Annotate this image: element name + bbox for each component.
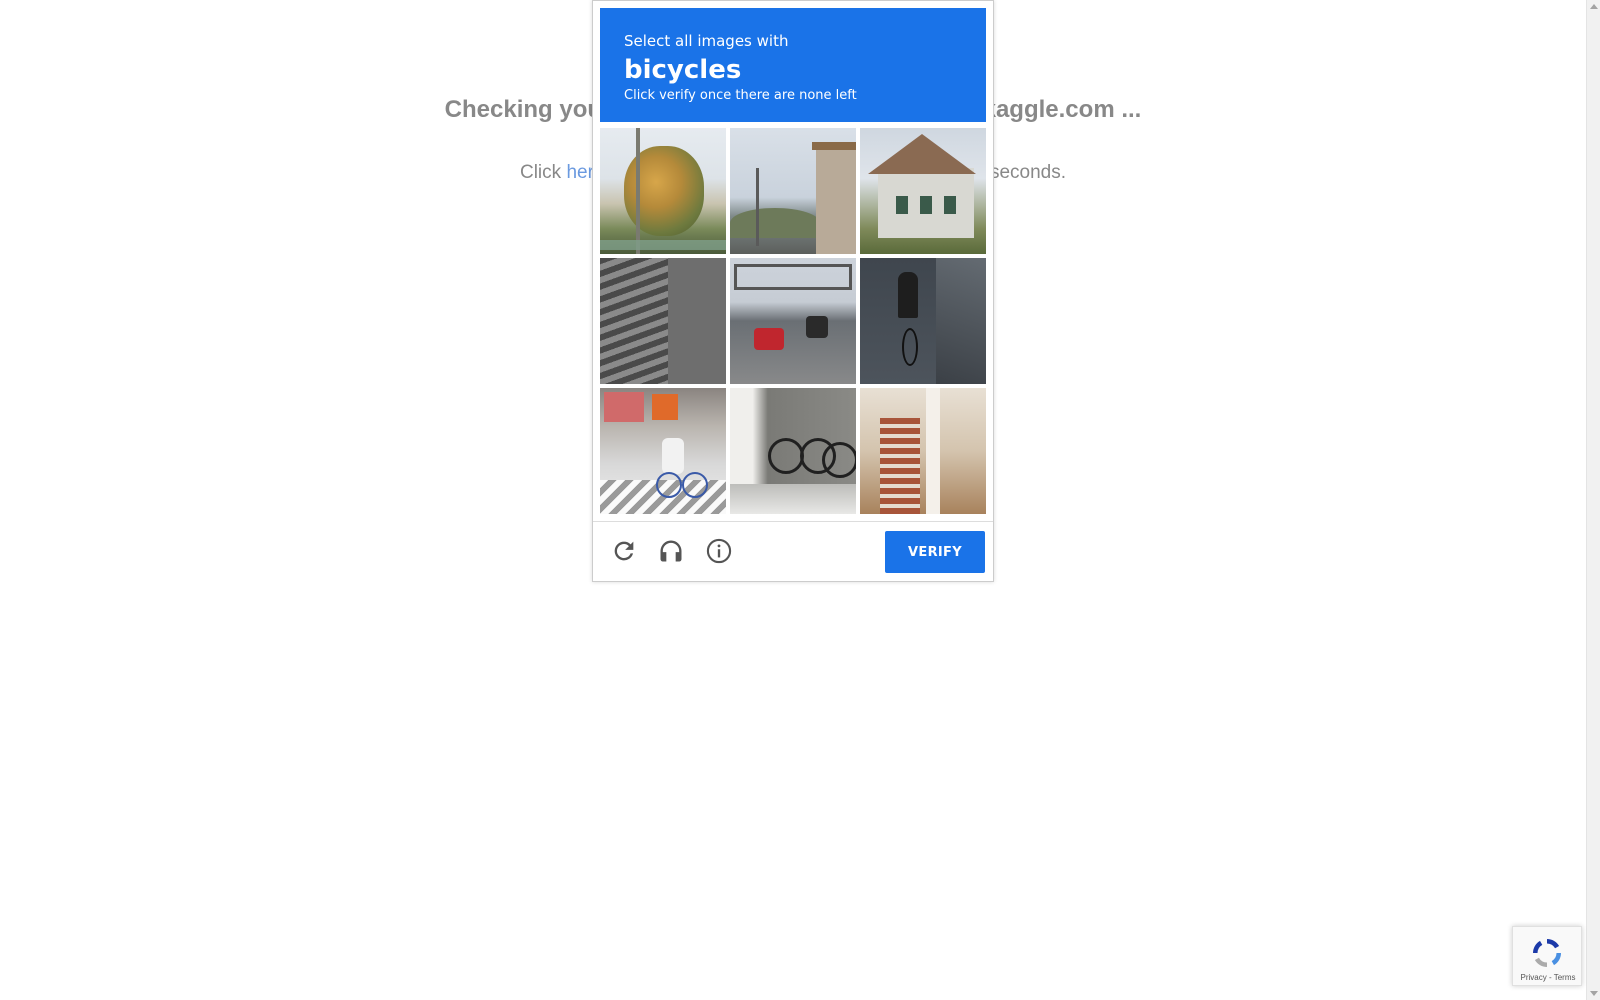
captcha-tile-cyclist-crosswalk[interactable] (600, 388, 726, 514)
captcha-image-grid (600, 128, 986, 514)
prompt-keyword: bicycles (624, 55, 742, 85)
captcha-tile-street-lamp-building[interactable] (730, 128, 856, 254)
captcha-tile-parked-bicycles[interactable] (730, 388, 856, 514)
captcha-challenge-popup: Select all images with bicycles Click ve… (592, 0, 994, 582)
captcha-tile-vent-shutter[interactable] (600, 258, 726, 384)
scroll-up-arrow-icon[interactable] (1590, 4, 1598, 9)
scroll-down-arrow-icon[interactable] (1590, 991, 1598, 996)
captcha-tile-cyclist-road[interactable] (860, 258, 986, 384)
page-scrollbar[interactable] (1586, 0, 1600, 1000)
headphones-icon[interactable] (656, 536, 686, 566)
captcha-tile-traffic-light-tree[interactable] (600, 128, 726, 254)
captcha-footer: VERIFY (593, 522, 993, 582)
recaptcha-logo-icon (1533, 939, 1561, 967)
info-icon[interactable] (704, 536, 734, 566)
verify-button[interactable]: VERIFY (885, 531, 985, 573)
prompt-hint: Click verify once there are none left (624, 88, 857, 103)
recaptcha-badge[interactable]: Privacy - Terms (1512, 926, 1582, 986)
captcha-tile-house[interactable] (860, 128, 986, 254)
prompt-instruction: Select all images with (624, 32, 789, 50)
captcha-tile-stairs-building[interactable] (860, 388, 986, 514)
reload-icon[interactable] (609, 536, 639, 566)
captcha-prompt: Select all images with bicycles Click ve… (600, 8, 986, 122)
captcha-tile-highway-cars[interactable] (730, 258, 856, 384)
redirect-text-pre: Click (519, 162, 567, 183)
badge-links[interactable]: Privacy - Terms (1513, 973, 1583, 982)
